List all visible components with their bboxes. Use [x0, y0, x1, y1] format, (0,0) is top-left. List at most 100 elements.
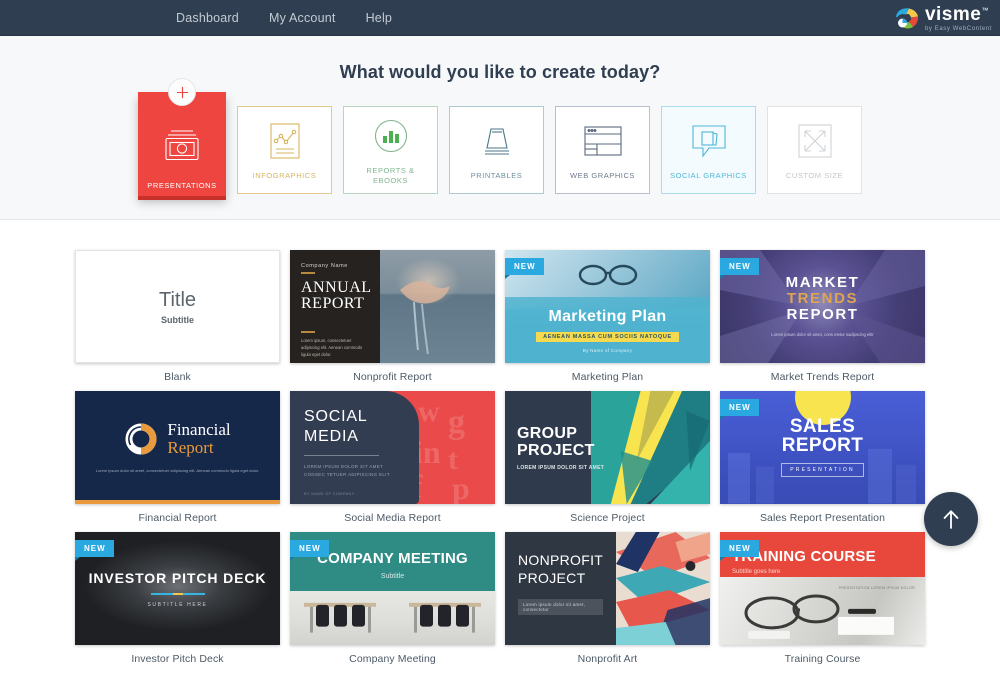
template-thumbnail[interactable]: w g in t f p SOCIAL MEDIA LOREM IPSUM DO… — [290, 391, 495, 504]
slide-title: Marketing Plan — [548, 307, 667, 325]
template-thumbnail[interactable]: TRAINING COURSE Subtitle goes here PRESE… — [720, 532, 925, 645]
template-card-social-media-report[interactable]: w g in t f p SOCIAL MEDIA LOREM IPSUM DO… — [290, 391, 495, 524]
template-thumbnail[interactable]: COMPANY MEETING Subtitle NEW — [290, 532, 495, 645]
new-badge: NEW — [720, 399, 759, 420]
template-card-financial-report[interactable]: Financial Report Lorem ipsum dolor sit a… — [75, 391, 280, 524]
template-name: Investor Pitch Deck — [131, 653, 224, 665]
slide-line3: REPORT — [786, 306, 859, 324]
svg-text:g: g — [448, 404, 465, 441]
category-printables[interactable]: PRINTABLES — [449, 106, 544, 194]
new-badge: NEW — [505, 258, 544, 279]
new-badge: NEW — [290, 540, 329, 561]
template-card-market-trends-report[interactable]: NEW MARKET TRENDS REPORT Lorem ipsum dol… — [720, 250, 925, 383]
template-card-sales-report-presentation[interactable]: NEW SALES REPORT PRESENTATION Sales Repo… — [720, 391, 925, 524]
slide-body: Lorem ipsum, consectetuer adipiscing eli… — [301, 337, 363, 357]
category-label: INFOGRAPHICS — [252, 170, 317, 180]
category-reports-ebooks[interactable]: REPORTS & EBOOKS — [343, 106, 438, 194]
glasses-graphic — [578, 264, 637, 286]
slide-title-line1: ANNUAL — [301, 278, 372, 296]
template-name: Nonprofit Report — [353, 371, 432, 383]
accent-rule — [301, 272, 315, 274]
slide-line2: PROJECT — [517, 442, 595, 459]
slide-text-panel: Company Name ANNUAL REPORT Lorem ipsum, … — [290, 250, 381, 363]
nav-dashboard[interactable]: Dashboard — [176, 11, 239, 25]
slide-photo-abstract-art — [615, 532, 710, 645]
template-thumbnail[interactable]: NONPROFIT PROJECT Lorem ipsum dolor sit … — [505, 532, 710, 645]
slide-body: Lorem ipsum dolor sit amet, cons etetur … — [771, 331, 874, 337]
template-card-science-project[interactable]: GROUP PROJECT LOREM IPSUM DOLOR SIT AMET… — [505, 391, 710, 524]
template-thumbnail[interactable]: NEW Marketing Plan AENEAN MASSA CUM SOCI… — [505, 250, 710, 363]
plus-icon — [168, 78, 196, 106]
slide-company: Company Name — [301, 263, 348, 269]
create-hero-section: What would you like to create today? PRE… — [0, 36, 1000, 220]
template-name: Social Media Report — [344, 512, 441, 524]
svg-text:w: w — [418, 395, 440, 428]
category-social-graphics[interactable]: SOCIAL GRAPHICS — [661, 106, 756, 194]
category-web-graphics[interactable]: WEB GRAPHICS — [555, 106, 650, 194]
category-label: PRESENTATIONS — [147, 180, 217, 190]
template-thumbnail[interactable]: Company Name ANNUAL REPORT Lorem ipsum, … — [290, 250, 495, 363]
template-card-nonprofit-report[interactable]: Company Name ANNUAL REPORT Lorem ipsum, … — [290, 250, 495, 383]
template-thumbnail[interactable]: Title Subtitle — [75, 250, 280, 363]
slide-subtitle: Subtitle — [161, 314, 194, 325]
slide-header-row: Financial Report — [124, 421, 231, 457]
category-label: REPORTS & EBOOKS — [366, 165, 415, 185]
slide-title: Title — [158, 288, 197, 311]
template-thumbnail[interactable]: NEW SALES REPORT PRESENTATION — [720, 391, 925, 504]
slide-highlight: AENEAN MASSA CUM SOCIIS NATOQUE — [536, 331, 679, 342]
category-infographics[interactable]: INFOGRAPHICS — [237, 106, 332, 194]
category-presentations[interactable]: PRESENTATIONS — [138, 78, 226, 196]
slide-photo-hands-water — [380, 250, 495, 363]
category-label: SOCIAL GRAPHICS — [670, 170, 747, 180]
slide-text-panel: SOCIAL MEDIA LOREM IPSUM DOLOR SIT AMET … — [290, 391, 420, 504]
geometric-shards-graphic — [591, 391, 710, 504]
reports-ebooks-icon — [372, 114, 410, 158]
slide-corner-text: PRESENTATION LOREM IPSUM DOLOR — [838, 586, 915, 591]
nav-my-account[interactable]: My Account — [269, 11, 336, 25]
scroll-to-top-button[interactable] — [924, 492, 978, 546]
web-graphics-icon — [583, 119, 623, 163]
slide-caption: Lorem ipsum dolor sit amet, consectetur — [518, 599, 603, 615]
new-badge: NEW — [720, 258, 759, 279]
accent-divider — [150, 592, 205, 595]
slide-badge: PRESENTATION — [781, 462, 864, 477]
slide-line1: MARKET — [785, 273, 860, 291]
brand-name: visme™ — [924, 3, 989, 25]
visme-logo[interactable]: visme™ by Easy WebContent — [894, 0, 992, 36]
slide-line2: PROJECT — [518, 569, 586, 586]
template-name: Training Course — [784, 653, 861, 665]
slide-subtitle: SUBTITLE HERE — [147, 601, 208, 608]
template-name: Company Meeting — [349, 653, 436, 665]
template-name: Marketing Plan — [571, 371, 644, 383]
slide-title: INVESTOR PITCH DECK — [88, 569, 267, 586]
template-name: Market Trends Report — [770, 371, 875, 383]
social-graphics-icon — [689, 119, 729, 163]
accent-rule — [301, 331, 315, 333]
slide-title-line2: REPORT — [301, 295, 365, 313]
category-label: CUSTOM SIZE — [785, 170, 844, 180]
template-card-training-course[interactable]: TRAINING COURSE Subtitle goes here PRESE… — [720, 532, 925, 665]
template-grid-section: Title Subtitle Blank Company Name ANNUAL… — [0, 220, 1000, 665]
template-thumbnail[interactable]: NEW INVESTOR PITCH DECK SUBTITLE HERE — [75, 532, 280, 645]
presentation-icon — [161, 119, 203, 171]
template-card-marketing-plan[interactable]: NEW Marketing Plan AENEAN MASSA CUM SOCI… — [505, 250, 710, 383]
slide-line2: TRENDS — [786, 290, 859, 308]
template-thumbnail[interactable]: Financial Report Lorem ipsum dolor sit a… — [75, 391, 280, 504]
slide-line1: SOCIAL — [304, 408, 368, 425]
slide-title-block: Financial Report — [167, 421, 230, 457]
page-title: What would you like to create today? — [339, 62, 661, 82]
template-card-blank[interactable]: Title Subtitle Blank — [75, 250, 280, 383]
category-picker: PRESENTATIONS INFOGRAPHICS REPORTS & EBO… — [0, 78, 1000, 196]
template-grid: Title Subtitle Blank Company Name ANNUAL… — [0, 250, 1000, 665]
slide-text-panel: NONPROFIT PROJECT Lorem ipsum dolor sit … — [505, 532, 616, 645]
template-thumbnail[interactable]: NEW MARKET TRENDS REPORT Lorem ipsum dol… — [720, 250, 925, 363]
nav-help[interactable]: Help — [366, 11, 393, 25]
new-badge: NEW — [75, 540, 114, 561]
category-custom-size[interactable]: CUSTOM SIZE — [767, 106, 862, 194]
template-card-nonprofit-art[interactable]: NONPROFIT PROJECT Lorem ipsum dolor sit … — [505, 532, 710, 665]
divider — [304, 455, 379, 457]
template-card-investor-pitch-deck[interactable]: NEW INVESTOR PITCH DECK SUBTITLE HERE In… — [75, 532, 280, 665]
template-thumbnail[interactable]: GROUP PROJECT LOREM IPSUM DOLOR SIT AMET — [505, 391, 710, 504]
template-card-company-meeting[interactable]: COMPANY MEETING Subtitle NEW Company Mee… — [290, 532, 495, 665]
visme-logo-mark — [895, 8, 919, 29]
